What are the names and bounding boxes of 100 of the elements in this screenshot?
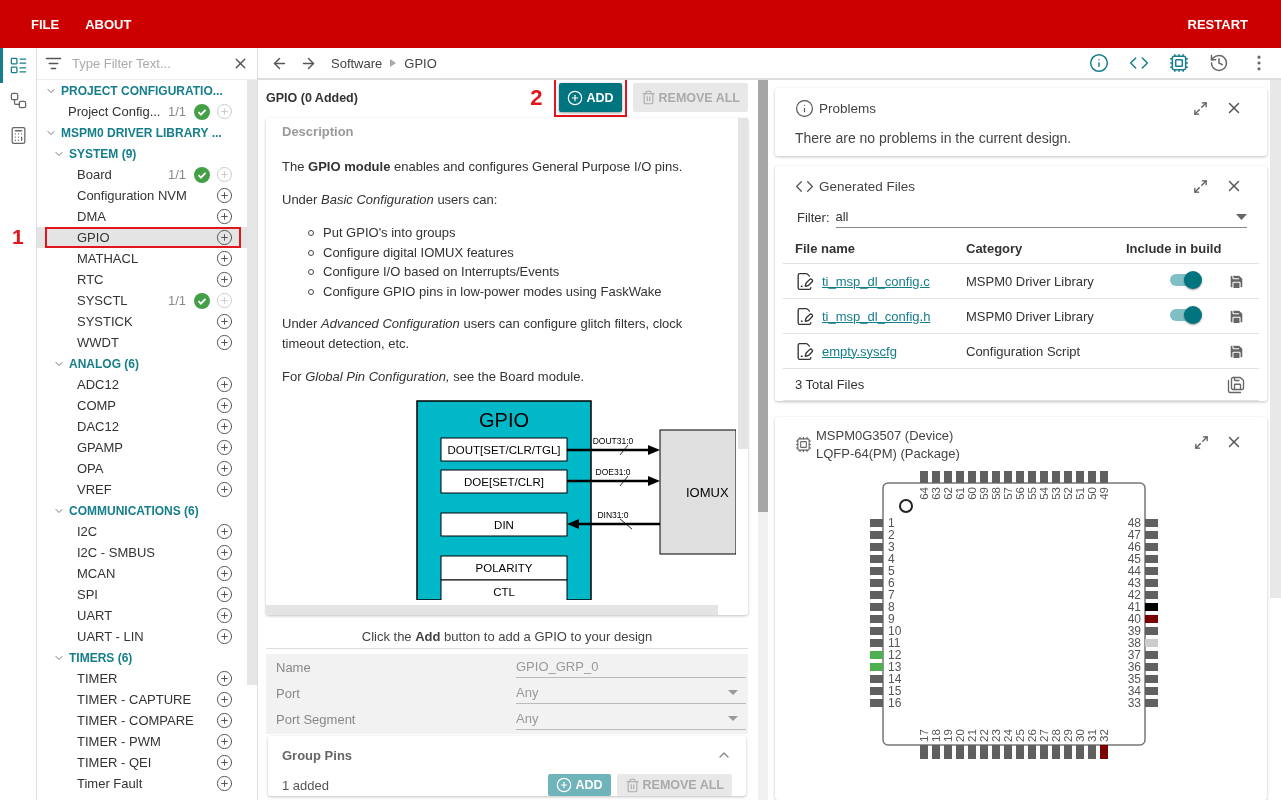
tree-item[interactable]: MATHACL	[37, 248, 247, 269]
tree-item[interactable]: Project Config... 1/1	[37, 101, 247, 122]
tree-item[interactable]: MCAN	[37, 563, 247, 584]
tree-item[interactable]: DMA	[37, 206, 247, 227]
add-icon[interactable]	[216, 313, 233, 330]
pin-pad[interactable]	[870, 603, 883, 611]
add-icon[interactable]	[216, 586, 233, 603]
pin-pad[interactable]	[1100, 745, 1108, 759]
tree-group[interactable]: SYSTEM (9)	[37, 143, 247, 164]
tree-item[interactable]: UART	[37, 605, 247, 626]
pin-pad[interactable]	[956, 471, 964, 483]
pin-pad[interactable]	[870, 663, 883, 671]
pin-pad[interactable]	[870, 639, 883, 647]
tree-item[interactable]: GPAMP	[37, 437, 247, 458]
pin-pad[interactable]	[1052, 471, 1060, 483]
pin-pad[interactable]	[1040, 471, 1048, 483]
pin-pad[interactable]	[870, 675, 883, 683]
add-button[interactable]: ADD	[559, 83, 622, 112]
save-icon[interactable]	[1228, 272, 1245, 290]
pin-pad[interactable]	[870, 531, 883, 539]
pin-pad[interactable]	[1028, 745, 1036, 759]
pin-pad[interactable]	[944, 745, 952, 759]
maximize-icon[interactable]	[1193, 178, 1208, 194]
pin-pad[interactable]	[870, 543, 883, 551]
tree-item[interactable]: TIMER - CAPTURE	[37, 689, 247, 710]
add-icon[interactable]	[216, 187, 233, 204]
pin-pad[interactable]	[1145, 675, 1158, 683]
add-icon[interactable]	[216, 712, 233, 729]
pin-pad[interactable]	[1145, 651, 1158, 659]
pin-pad[interactable]	[1145, 615, 1158, 623]
add-icon[interactable]	[216, 628, 233, 645]
tree-item[interactable]: TIMER - PWM	[37, 731, 247, 752]
file-link[interactable]: empty.syscfg	[822, 343, 897, 359]
tree-item[interactable]: RTC	[37, 269, 247, 290]
pin-pad[interactable]	[980, 471, 988, 483]
pin-pad[interactable]	[1145, 543, 1158, 551]
pin-pad[interactable]	[1016, 471, 1024, 483]
scrollbar[interactable]	[758, 80, 768, 800]
add-icon[interactable]	[216, 250, 233, 267]
add-icon[interactable]	[216, 775, 233, 792]
pin-pad[interactable]	[1004, 471, 1012, 483]
save-icon[interactable]	[1228, 342, 1245, 360]
tree-item[interactable]: SYSCTL 1/1	[37, 290, 247, 311]
add-icon[interactable]	[216, 439, 233, 456]
menu-item[interactable]: FILE	[18, 16, 73, 32]
pin-pad[interactable]	[1145, 579, 1158, 587]
history-icon[interactable]	[1209, 53, 1229, 73]
pin-pad[interactable]	[870, 651, 883, 659]
pin-pad[interactable]	[992, 471, 1000, 483]
tree-item[interactable]: VREF	[37, 479, 247, 500]
tree-item[interactable]: Timer Fault	[37, 773, 247, 794]
tree-item[interactable]: SPI	[37, 584, 247, 605]
pin-pad[interactable]	[870, 555, 883, 563]
add-icon[interactable]	[216, 733, 233, 750]
pin-pad[interactable]	[1145, 555, 1158, 563]
pin-pad[interactable]	[870, 687, 883, 695]
scrollbar[interactable]	[266, 605, 718, 615]
tree-item[interactable]: Configuration NVM	[37, 185, 247, 206]
tree-group[interactable]: ANALOG (6)	[37, 353, 247, 374]
chip-icon[interactable]	[1169, 53, 1189, 73]
add-icon[interactable]	[216, 460, 233, 477]
tree-group[interactable]: COMMUNICATIONS (6)	[37, 500, 247, 521]
pin-pad[interactable]	[932, 471, 940, 483]
add-icon[interactable]	[216, 523, 233, 540]
pin-pad[interactable]	[1145, 603, 1158, 611]
add-icon[interactable]	[216, 481, 233, 498]
maximize-icon[interactable]	[1194, 435, 1209, 450]
pin-pad[interactable]	[932, 745, 940, 759]
pin-pad[interactable]	[1088, 745, 1096, 759]
pin-pad[interactable]	[1064, 745, 1072, 759]
tree-item[interactable]: DAC12	[37, 416, 247, 437]
add-icon[interactable]	[216, 544, 233, 561]
tree-item[interactable]: Board 1/1	[37, 164, 247, 185]
pin-pad[interactable]	[968, 471, 976, 483]
tree-item[interactable]: UART - LIN	[37, 626, 247, 647]
pin-pad[interactable]	[920, 745, 928, 759]
add-icon[interactable]	[216, 418, 233, 435]
tree-group[interactable]: TIMERS (6)	[37, 647, 247, 668]
add-icon[interactable]	[216, 691, 233, 708]
breadcrumb-item[interactable]: GPIO	[404, 55, 437, 71]
pin-pad[interactable]	[920, 471, 928, 483]
add-icon[interactable]	[216, 670, 233, 687]
file-link[interactable]: ti_msp_dl_config.c	[822, 273, 930, 289]
tree-item[interactable]: ADC12	[37, 374, 247, 395]
pin-pad[interactable]	[870, 699, 883, 707]
pin-pad[interactable]	[870, 627, 883, 635]
add-icon[interactable]	[216, 754, 233, 771]
pin-pad[interactable]	[1145, 519, 1158, 527]
pin-pad[interactable]	[870, 519, 883, 527]
pin-pad[interactable]	[956, 745, 964, 759]
tree-item[interactable]: I2C	[37, 521, 247, 542]
tree-item[interactable]: COMP	[37, 395, 247, 416]
pin-pad[interactable]	[1076, 471, 1084, 483]
filter-select[interactable]: all	[835, 206, 1247, 228]
add-icon[interactable]	[216, 271, 233, 288]
menu-item[interactable]: ABOUT	[72, 16, 145, 32]
pin-pad[interactable]	[980, 745, 988, 759]
pin-pad[interactable]	[1040, 745, 1048, 759]
pin-pad[interactable]	[1076, 745, 1084, 759]
pin-pad[interactable]	[1064, 471, 1072, 483]
